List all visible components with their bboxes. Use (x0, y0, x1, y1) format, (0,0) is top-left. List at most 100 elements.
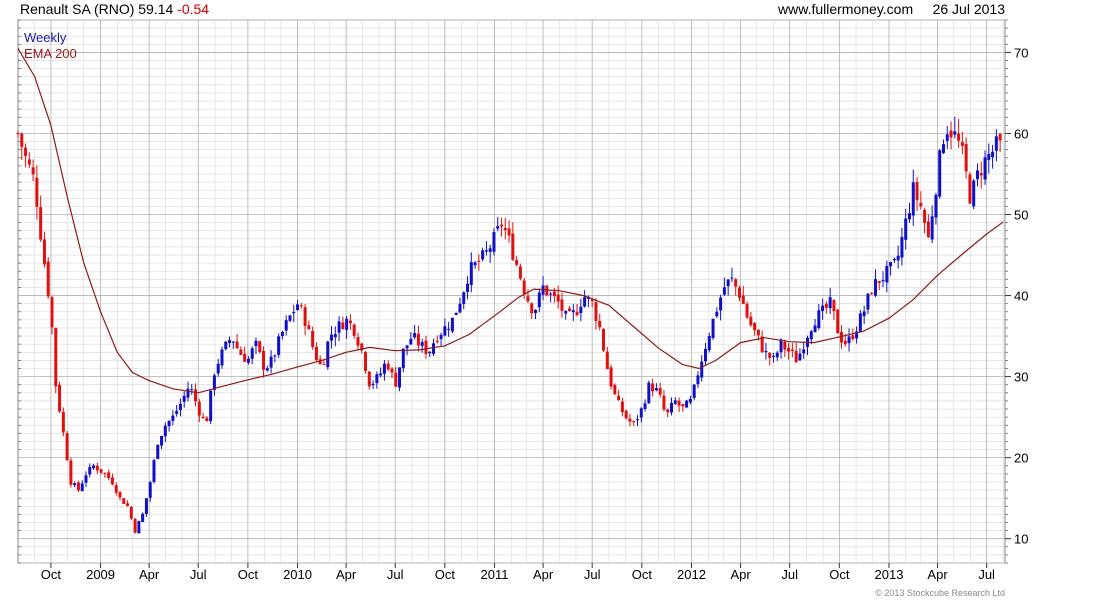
candle-up (764, 350, 768, 353)
candle-up (673, 400, 677, 404)
candle-up (375, 374, 379, 384)
candle-up (685, 400, 689, 408)
candle-up (73, 483, 77, 486)
candle-down (511, 233, 515, 260)
candle-down (658, 388, 662, 395)
candle-up (817, 310, 821, 329)
x-tick-label: Apr (139, 567, 160, 582)
candle-down (734, 279, 738, 287)
candle-up (715, 311, 719, 317)
candle-down (35, 177, 39, 207)
candle-up (636, 419, 640, 421)
x-tick-label: Apr (730, 567, 751, 582)
candle-up (930, 216, 934, 240)
candle-down (42, 239, 46, 265)
candle-down (594, 302, 598, 322)
price-chart: 10 20 30 40 50 60 70 Oct 2009 Apr Jul Oct 2010 Apr Jul… (16, 19, 1028, 582)
candle-down (352, 324, 356, 336)
candle-down (390, 368, 394, 373)
candle-down (58, 384, 62, 412)
candle-up (941, 144, 945, 154)
candle-down (356, 337, 360, 346)
candle-up (492, 232, 496, 252)
candle-down (133, 518, 137, 533)
candle-up (209, 390, 213, 422)
candle-up (216, 363, 220, 374)
candle-up (277, 336, 281, 355)
candle-down (262, 350, 266, 370)
candle-up (250, 348, 254, 359)
candle-up (141, 513, 145, 522)
candle-up (726, 279, 730, 287)
candle-down (341, 322, 345, 330)
candle-down (613, 384, 617, 395)
candle-up (696, 375, 700, 385)
candle-down (31, 167, 35, 175)
candle-down (197, 401, 201, 416)
candle-up (178, 403, 182, 411)
candle-up (719, 297, 723, 311)
candle-down (24, 147, 28, 156)
x-tick-label: Apr (927, 567, 948, 582)
candle-up (398, 367, 402, 388)
candle-up (775, 352, 779, 358)
candle-down (628, 418, 632, 422)
candle-up (182, 395, 186, 402)
candle-up (333, 334, 337, 338)
candle-up (420, 342, 424, 346)
candle-up (137, 521, 141, 534)
candle-up (579, 306, 583, 314)
candle-down (50, 297, 54, 328)
candle-down (201, 416, 205, 419)
candle-down (20, 133, 24, 147)
candle-up (284, 320, 288, 331)
y-tick-label: 70 (1014, 45, 1028, 60)
candle-down (964, 143, 968, 172)
candle-down (99, 469, 103, 473)
candle-up (858, 313, 862, 332)
candle-up (269, 356, 273, 368)
candle-down (783, 341, 787, 350)
candle-up (462, 292, 466, 304)
candle-up (938, 150, 942, 197)
candle-up (798, 353, 802, 361)
candle-up (246, 358, 250, 363)
candle-down (556, 294, 560, 302)
candle-up (92, 465, 96, 469)
candle-down (424, 340, 428, 354)
candle-up (972, 180, 976, 207)
candle-up (409, 338, 413, 345)
candle-up (881, 279, 885, 282)
x-tick-label: Oct (632, 567, 653, 582)
candle-up (987, 153, 991, 160)
candle-up (186, 388, 190, 398)
candle-up (84, 475, 88, 483)
candle-up (167, 420, 171, 427)
candle-up (405, 345, 409, 349)
candle-up (975, 170, 979, 180)
candle-up (643, 403, 647, 409)
candle-down (503, 227, 507, 231)
candle-up (885, 265, 889, 283)
candle-up (813, 325, 817, 333)
candle-up (292, 312, 296, 314)
candle-down (394, 372, 398, 387)
candle-down (794, 350, 798, 363)
candle-down (507, 228, 511, 236)
candle-up (481, 250, 485, 260)
candle-up (379, 373, 383, 376)
candle-down (515, 260, 519, 265)
candle-down (435, 340, 439, 342)
candle-up (704, 348, 708, 362)
candle-down (367, 371, 371, 387)
candle-up (670, 402, 674, 413)
candle-down (54, 327, 58, 387)
y-tick-label: 10 (1014, 532, 1028, 547)
candle-up (730, 277, 734, 279)
x-tick-label: 2013 (875, 567, 904, 582)
candle-down (118, 492, 122, 498)
candle-down (836, 309, 840, 334)
candle-up (345, 318, 349, 330)
candle-up (443, 326, 447, 336)
y-tick-label: 50 (1014, 208, 1028, 223)
